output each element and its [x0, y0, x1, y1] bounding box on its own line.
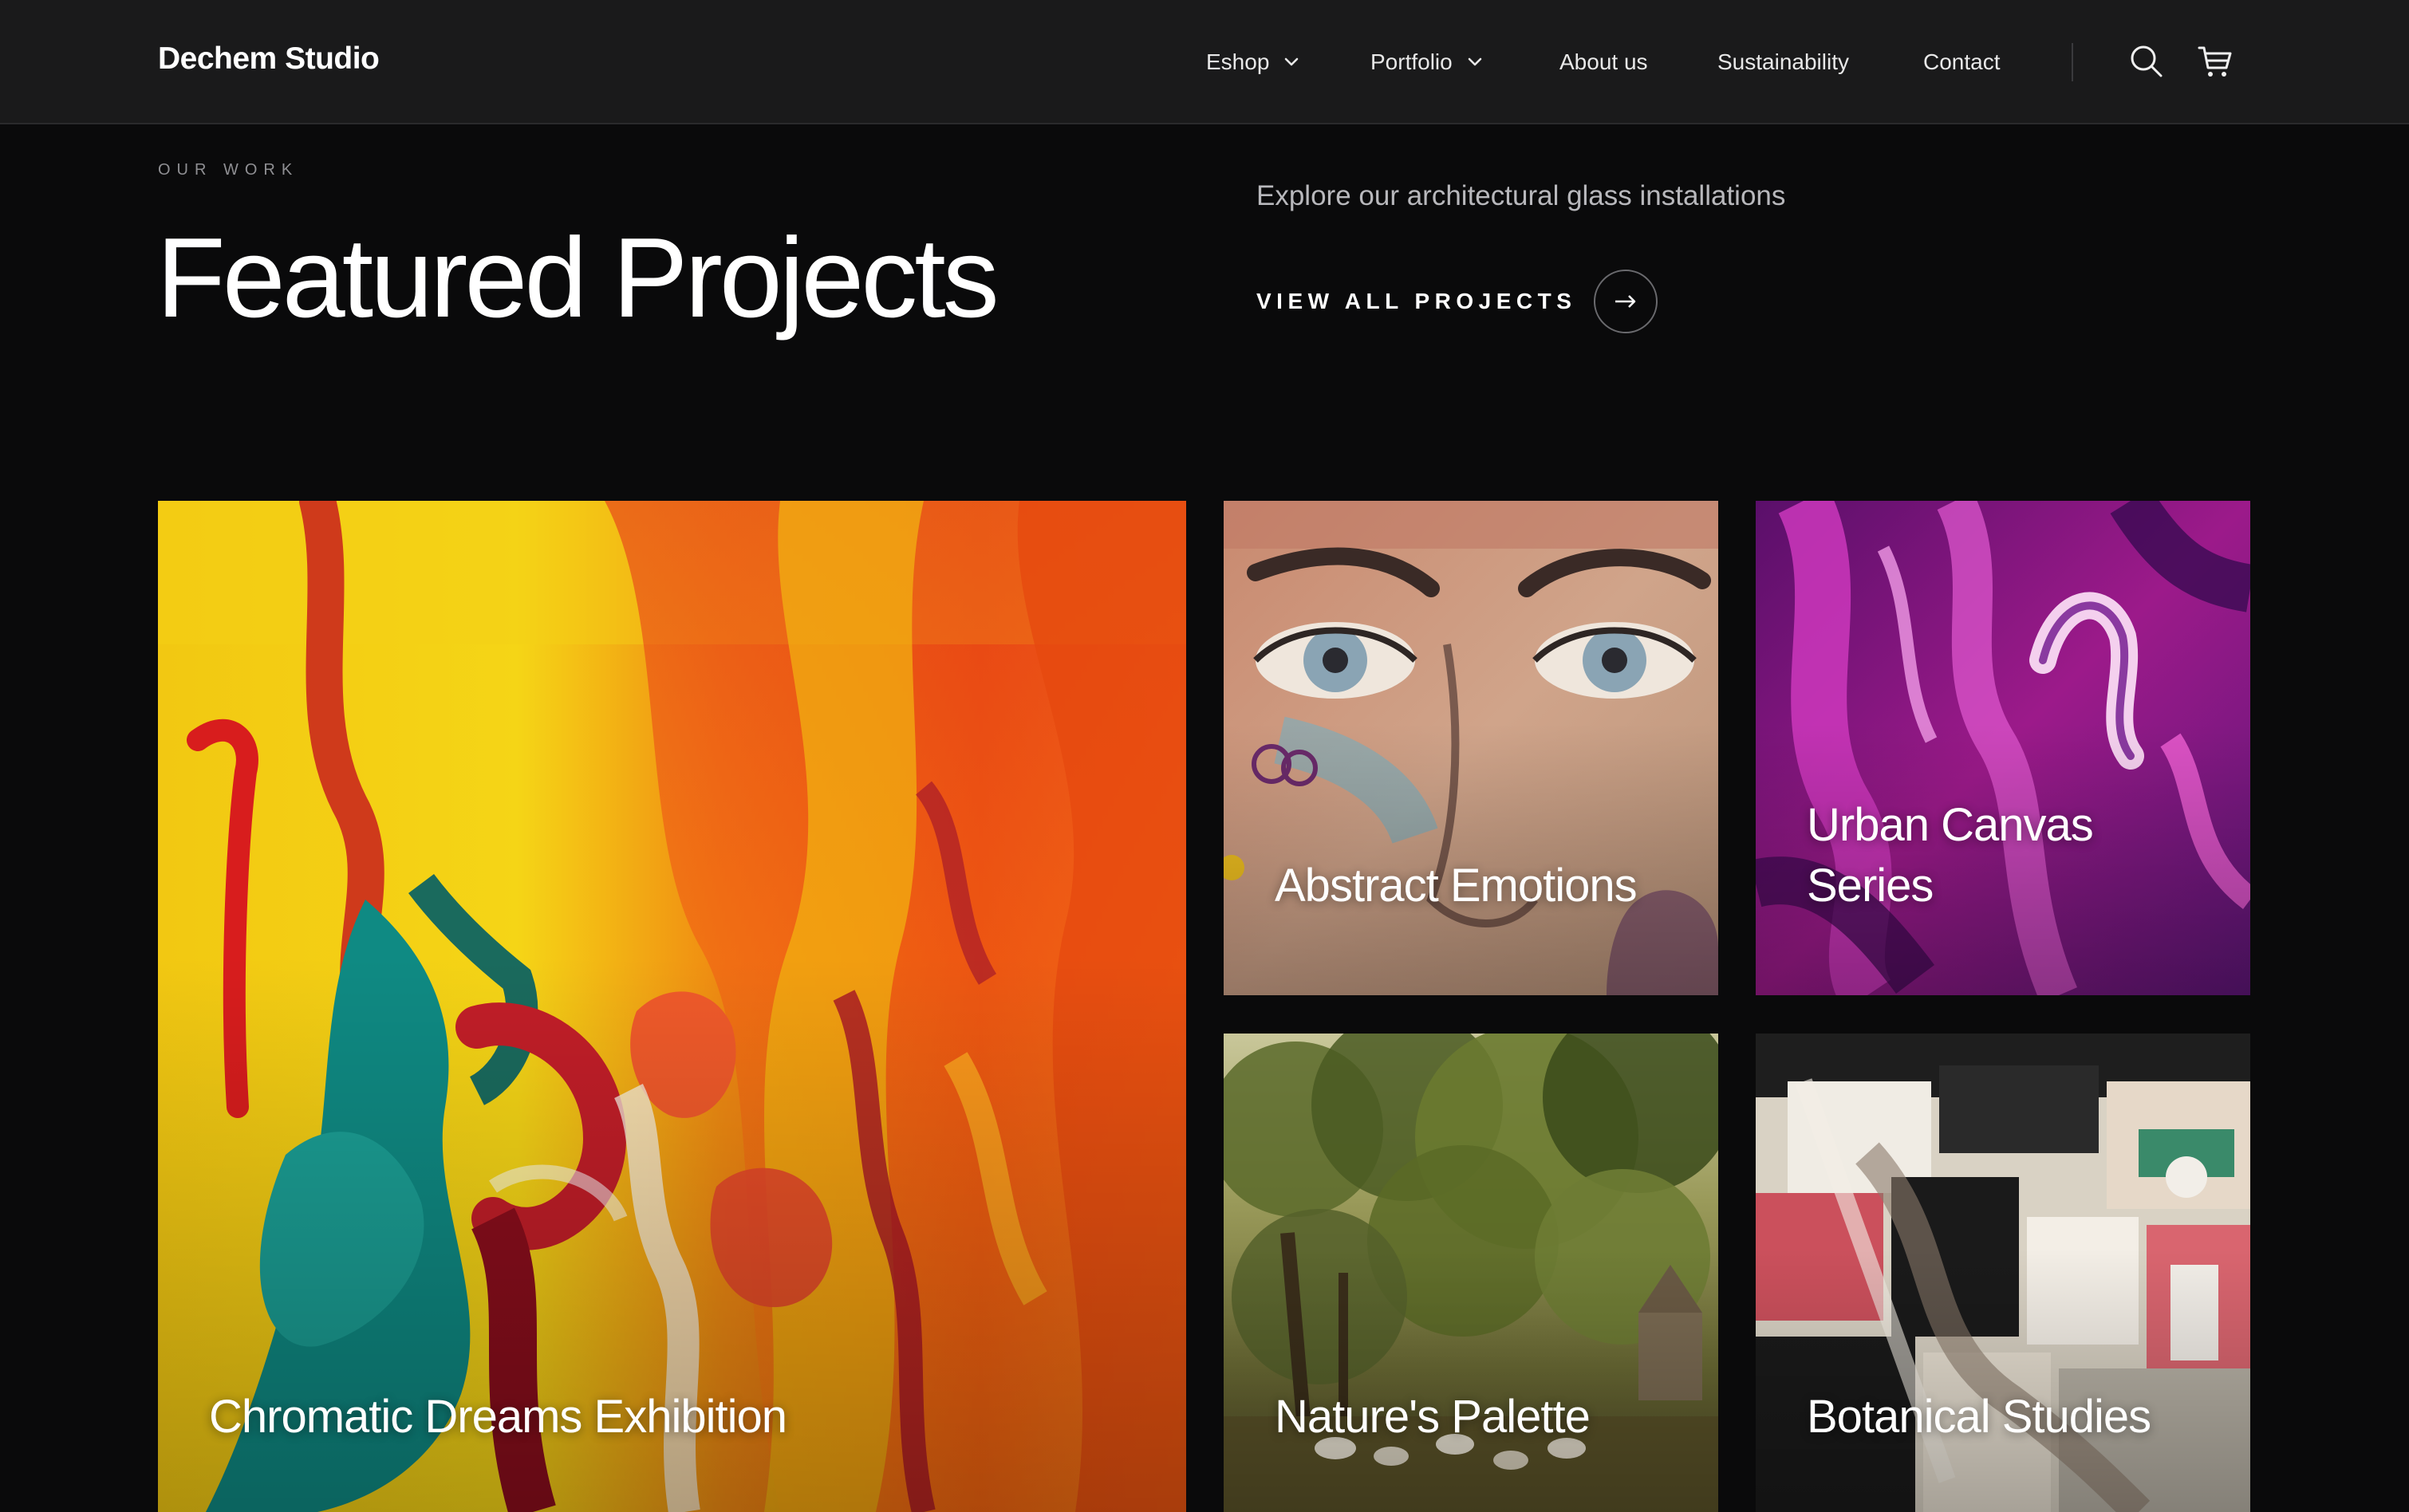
image-shade: [158, 501, 1186, 1512]
nav-item-portfolio[interactable]: Portfolio: [1370, 46, 1486, 78]
view-all-label: VIEW ALL PROJECTS: [1256, 289, 1577, 313]
view-all-projects-button[interactable]: VIEW ALL PROJECTS: [1256, 268, 1658, 335]
project-card-natures-palette[interactable]: Nature's Palette: [1224, 1034, 1718, 1512]
nav-label: About us: [1559, 49, 1648, 74]
cart-icon[interactable]: [2197, 43, 2234, 80]
project-title: Botanical Studies: [1807, 1390, 2151, 1443]
nav-item-eshop[interactable]: Eshop: [1206, 46, 1303, 78]
project-card-abstract-emotions[interactable]: Abstract Emotions: [1224, 501, 1718, 995]
brand-logo[interactable]: Dechem Studio: [158, 41, 380, 77]
project-title: Nature's Palette: [1275, 1390, 1591, 1443]
image-shade: [1224, 501, 1718, 995]
project-card-botanical-studies[interactable]: Botanical Studies: [1756, 1034, 2250, 1512]
chevron-down-icon: [1468, 57, 1482, 66]
page-title: Featured Projects: [156, 215, 999, 341]
arrow-circle: [1594, 270, 1658, 333]
nav-label: Sustainability: [1717, 49, 1849, 74]
section-subtitle: Explore our architectural glass installa…: [1256, 180, 1786, 211]
section-eyebrow: OUR WORK: [158, 161, 299, 179]
image-shade: [1756, 501, 2250, 995]
project-title: Abstract Emotions: [1275, 859, 1638, 912]
nav-item-sustainability[interactable]: Sustainability: [1717, 46, 1849, 78]
project-card-urban-canvas-series[interactable]: Urban Canvas Series: [1756, 501, 2250, 995]
nav-item-about-us[interactable]: About us: [1559, 46, 1648, 78]
nav-divider: [2072, 43, 2073, 81]
nav-label: Eshop: [1206, 49, 1270, 74]
chevron-down-icon: [1285, 57, 1299, 66]
project-title: Chromatic Dreams Exhibition: [209, 1390, 787, 1443]
nav-label: Contact: [1923, 49, 2001, 74]
site-header: Dechem Studio Eshop Portfolio About us S…: [0, 0, 2409, 124]
project-title: Urban Canvas Series: [1807, 799, 2094, 912]
project-card-chromatic-dreams[interactable]: Chromatic Dreams Exhibition: [158, 501, 1186, 1512]
nav-item-contact[interactable]: Contact: [1923, 46, 2001, 78]
nav-label: Portfolio: [1370, 49, 1453, 74]
search-icon[interactable]: [2128, 43, 2165, 80]
arrow-right-icon: [1615, 295, 1636, 308]
